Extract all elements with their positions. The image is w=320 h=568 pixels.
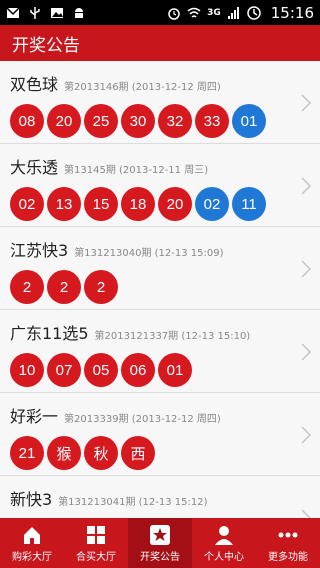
lottery-row[interactable]: 大乐透 第13145期 (2013-12-11 周三) 02 13 15 18 20 02 11 [0,144,320,227]
signal-icon [227,6,239,19]
red-ball: 33 [195,104,229,138]
status-bar: 3G 15:16 [0,0,320,25]
lottery-row[interactable]: 好彩一 第2013339期 (2013-12-12 周四) 21 猴秋西 [0,393,320,476]
status-time: 15:16 [270,3,314,22]
lottery-issue-info: 第131213040期 (12-13 15:09) [74,248,224,259]
lottery-name: 广东11选5 [10,324,89,343]
tab-label: 开奖公告 [140,551,180,563]
red-ball: 15 [84,187,118,221]
lottery-row-header: 大乐透 第13145期 (2013-12-11 周三) [10,154,310,178]
lottery-list[interactable]: 双色球 第2013146期 (2013-12-12 周四) 08 20 25 30 32 33… [0,61,320,518]
winning-numbers: 08 20 25 30 32 33 01 [10,104,310,138]
winning-numbers: 02 13 15 18 20 02 11 [10,187,310,221]
lottery-row-header: 广东11选5 第2013121337期 (12-13 15:10) [10,320,310,344]
app-bar: 开奖公告 [0,25,320,61]
person-icon [215,525,233,545]
red-ball: 2 [47,270,81,304]
red-ball: 05 [84,353,118,387]
lottery-row[interactable]: 广东11选5 第2013121337期 (12-13 15:10) 10 07 05 06… [0,310,320,393]
star-icon [150,524,170,545]
lottery-row-header: 新快3 第131213041期 (12-13 15:12) [10,486,310,510]
tab-grid[interactable]: 合买大厅 [64,518,128,568]
more-icon [278,532,298,537]
tab-label: 合买大厅 [76,551,116,563]
lottery-issue-info: 第131213041期 (12-13 15:12) [58,497,208,508]
lottery-name: 江苏快3 [10,241,69,260]
red-ball: 10 [10,353,44,387]
red-ball: 01 [158,353,192,387]
red-ball: 13 [47,187,81,221]
sms-icon [6,6,20,18]
winning-numbers: 21 猴秋西 [10,436,310,470]
lottery-name: 双色球 [10,75,59,94]
image-icon [51,7,63,18]
battery-icon [247,5,261,20]
red-ball: 西 [121,436,155,470]
wifi-icon [187,7,201,18]
chevron-right-icon [301,94,312,112]
chevron-right-icon [301,509,312,518]
red-ball: 02 [10,187,44,221]
network-type: 3G [207,7,221,18]
red-ball: 32 [158,104,192,138]
blue-ball: 02 [195,187,229,221]
red-ball: 20 [47,104,81,138]
red-ball: 20 [158,187,192,221]
lottery-name: 新快3 [10,490,53,509]
red-ball: 18 [121,187,155,221]
lottery-row-header: 双色球 第2013146期 (2013-12-12 周四) [10,71,310,95]
tab-label: 更多功能 [268,551,308,563]
lottery-issue-info: 第2013339期 (2013-12-12 周四) [64,414,221,425]
red-ball: 秋 [84,436,118,470]
lottery-row[interactable]: 双色球 第2013146期 (2013-12-12 周四) 08 20 25 30 32 33… [0,61,320,144]
red-ball: 07 [47,353,81,387]
lottery-issue-info: 第2013146期 (2013-12-12 周四) [64,82,221,93]
blue-ball: 01 [232,104,266,138]
red-ball: 2 [10,270,44,304]
red-ball: 06 [121,353,155,387]
tab-home[interactable]: 购彩大厅 [0,518,64,568]
chevron-right-icon [301,260,312,278]
chevron-right-icon [301,343,312,361]
red-ball: 25 [84,104,118,138]
android-icon [75,7,83,18]
alarm-icon [168,7,180,20]
red-ball: 08 [10,104,44,138]
red-ball: 30 [121,104,155,138]
lottery-row[interactable]: 江苏快3 第131213040期 (12-13 15:09) 2 2 2 [0,227,320,310]
tab-label: 个人中心 [204,551,244,563]
tab-more[interactable]: 更多功能 [256,518,320,568]
red-ball: 2 [84,270,118,304]
lottery-issue-info: 第13145期 (2013-12-11 周三) [64,165,209,176]
chevron-right-icon [301,426,312,444]
blue-ball: 11 [232,187,266,221]
red-ball: 猴 [47,436,81,470]
grid-icon [87,525,105,544]
tab-label: 购彩大厅 [12,551,52,563]
chevron-right-icon [301,177,312,195]
lottery-issue-info: 第2013121337期 (12-13 15:10) [94,331,251,342]
lottery-name: 大乐透 [10,158,59,177]
tab-star[interactable]: 开奖公告 [128,518,192,568]
red-ball: 21 [10,436,44,470]
usb-icon [30,6,40,19]
winning-numbers: 222 [10,270,310,304]
home-icon [24,526,40,544]
tab-person[interactable]: 个人中心 [192,518,256,568]
page-title: 开奖公告 [12,35,80,56]
lottery-name: 好彩一 [10,407,59,426]
bottom-tab-bar: 购彩大厅 合买大厅 开奖公告 个人中心 更多功能 [0,518,320,568]
lottery-row[interactable]: 新快3 第131213041期 (12-13 15:12) [0,476,320,518]
lottery-row-header: 好彩一 第2013339期 (2013-12-12 周四) [10,403,310,427]
winning-numbers: 10 07 05 06 01 [10,353,310,387]
lottery-row-header: 江苏快3 第131213040期 (12-13 15:09) [10,237,310,261]
